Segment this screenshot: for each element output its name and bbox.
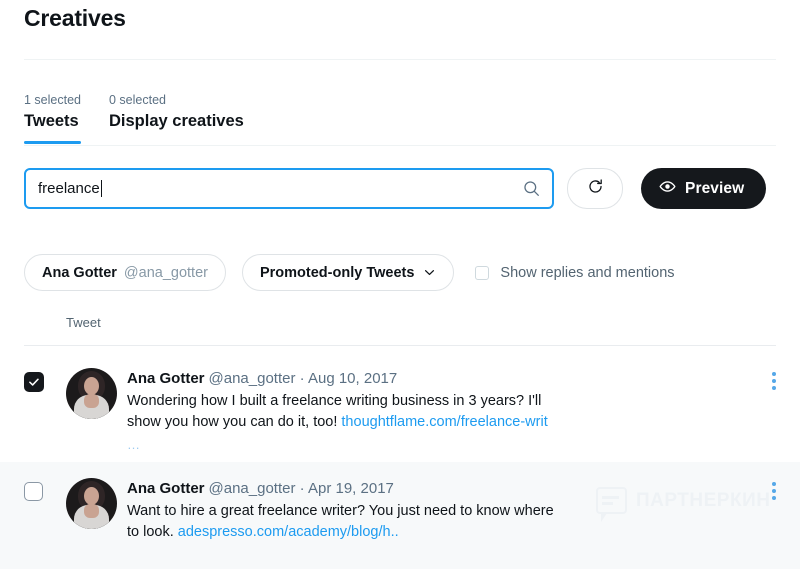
checkbox-unchecked-icon <box>475 265 490 280</box>
search-icon <box>523 180 540 197</box>
tweet-meta: Ana Gotter @ana_gotter · Aug 10, 2017 <box>127 368 746 389</box>
account-filter-handle: @ana_gotter <box>123 264 208 281</box>
tweet-author-handle: @ana_gotter <box>208 370 296 387</box>
checkmark-icon <box>29 378 39 386</box>
tweet-meta: Ana Gotter @ana_gotter · Apr 19, 2017 <box>127 478 746 499</box>
tweet-type-dropdown-label: Promoted-only Tweets <box>259 264 415 281</box>
search-input-value: freelance <box>38 180 100 197</box>
show-replies-checkbox[interactable]: Show replies and mentions <box>475 264 675 281</box>
tab-display-creatives-label: Display creatives <box>108 112 244 130</box>
preview-button-label: Preview <box>685 179 745 197</box>
tab-display-creatives-count: 0 selected <box>108 93 166 107</box>
row-select-cell <box>24 366 66 448</box>
row-menu-cell <box>746 366 776 448</box>
show-replies-label: Show replies and mentions <box>500 264 675 281</box>
tabs-divider <box>24 145 776 146</box>
tweet-meta-separator: · <box>299 370 305 387</box>
tab-tweets[interactable]: 1 selected Tweets <box>24 92 81 144</box>
tab-active-underline <box>24 141 81 144</box>
avatar-cell <box>66 476 127 555</box>
avatar <box>66 368 117 419</box>
table-header-divider <box>24 345 776 346</box>
tweet-author-name: Ana Gotter <box>127 480 205 497</box>
row-checkbox-unchecked[interactable] <box>24 482 43 501</box>
row-select-cell <box>24 476 66 555</box>
row-checkbox-checked[interactable] <box>24 372 44 392</box>
chevron-down-icon <box>423 266 436 279</box>
creatives-page: Creatives 1 selected Tweets 0 selected D… <box>0 0 800 569</box>
tweet-truncation-ellipsis: … <box>127 437 140 452</box>
tweet-text: Wondering how I built a freelance writin… <box>127 391 559 433</box>
tab-tweets-label: Tweets <box>24 112 79 130</box>
tweet-author-handle: @ana_gotter <box>208 480 296 497</box>
refresh-button[interactable] <box>567 168 623 209</box>
search-input[interactable]: freelance <box>24 168 554 209</box>
search-toolbar: freelance Preview <box>24 168 767 209</box>
tweet-author-name: Ana Gotter <box>127 370 205 387</box>
tab-tweets-count: 1 selected <box>24 93 81 107</box>
tweet-content: Ana Gotter @ana_gotter · Apr 19, 2017 Wan… <box>127 476 746 555</box>
tweet-date: Aug 10, 2017 <box>307 370 398 387</box>
kebab-menu-icon[interactable] <box>772 372 776 448</box>
table-row[interactable]: Ana Gotter @ana_gotter · Aug 10, 2017 Won… <box>0 352 800 462</box>
tweet-link[interactable]: thoughtflame.com/freelance-writ <box>341 414 547 430</box>
kebab-menu-icon[interactable] <box>772 482 776 555</box>
eye-icon <box>659 178 676 200</box>
avatar <box>66 478 117 529</box>
column-header-tweet: Tweet <box>66 315 101 330</box>
tweet-link[interactable]: adespresso.com/academy/blog/h.. <box>178 524 399 540</box>
tweet-content: Ana Gotter @ana_gotter · Aug 10, 2017 Won… <box>127 366 746 452</box>
table-row[interactable]: Ana Gotter @ana_gotter · Apr 19, 2017 Wan… <box>0 462 800 569</box>
page-title: Creatives <box>24 5 126 31</box>
row-menu-cell <box>746 476 776 555</box>
tab-display-creatives[interactable]: 0 selected Display creatives <box>109 92 244 144</box>
search-input-text-wrap: freelance <box>38 179 523 198</box>
creative-type-tabs: 1 selected Tweets 0 selected Display cre… <box>24 92 272 144</box>
tweet-text: Want to hire a great freelance writer? Y… <box>127 501 559 543</box>
avatar-cell <box>66 366 127 448</box>
refresh-icon <box>587 178 604 200</box>
preview-button[interactable]: Preview <box>641 168 767 209</box>
account-filter-name: Ana Gotter <box>42 264 117 281</box>
header-divider <box>24 59 776 60</box>
filter-toolbar: Ana Gotter @ana_gotter Promoted-only Twe… <box>24 254 675 291</box>
tweet-date: Apr 19, 2017 <box>307 480 394 497</box>
tweet-meta-separator: · <box>299 480 305 497</box>
account-filter-pill[interactable]: Ana Gotter @ana_gotter <box>24 254 226 291</box>
text-cursor <box>100 180 102 197</box>
tweet-type-dropdown[interactable]: Promoted-only Tweets <box>241 254 455 291</box>
